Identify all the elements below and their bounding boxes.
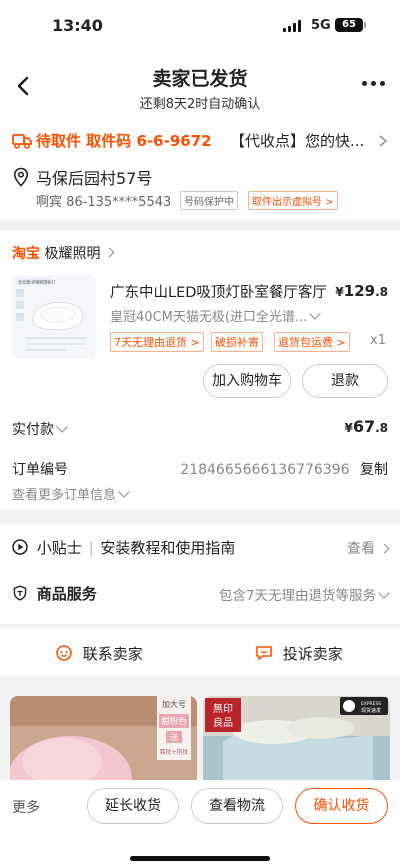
contact-seller-label: 联系卖家 (82, 645, 143, 663)
complain-seller-label: 投诉卖家 (282, 645, 343, 663)
pickup-code-label: 取件码 (86, 132, 132, 150)
order-number-label: 订单编号 (12, 462, 68, 478)
more-order-info[interactable]: 查看更多订单信息 (12, 484, 130, 503)
badge-gift-detail: 靠枕+抱枕 (159, 748, 188, 756)
confirm-receipt-button[interactable]: 确认收货 (295, 788, 388, 824)
view-logistics-button[interactable]: 查看物流 (191, 788, 283, 824)
tag-return-shipping[interactable]: 退货包运费 > (274, 332, 350, 352)
bottom-action-bar: 更多 延长收货 查看物流 确认收货 (0, 780, 400, 867)
complaint-icon (256, 646, 272, 660)
order-number-row: 2184665666136776396 复制 (180, 459, 388, 479)
tips-row[interactable]: 小贴士 | 安装教程和使用指南 (12, 537, 235, 558)
recommend-item-left[interactable]: 加大号 甜粉色 送 靠枕+抱枕 (10, 696, 197, 786)
shop-name: 极耀照明 (44, 246, 101, 262)
service-label: 商品服务 (36, 585, 97, 603)
pickup-code-value: 6-6-9672 (136, 132, 212, 150)
more-icon[interactable] (362, 78, 386, 88)
more-button[interactable]: 更多 (12, 797, 40, 817)
chevron-right-icon (105, 247, 115, 258)
tips-view[interactable]: 查看 (347, 538, 390, 558)
chevron-down-icon (309, 308, 321, 320)
product-quantity: x1 (370, 333, 386, 348)
brand-line-2: 良品 (213, 716, 233, 729)
price-symbol: ¥ (335, 285, 344, 299)
section-divider (0, 220, 400, 230)
page-title: 卖家已发货 (152, 68, 248, 90)
chevron-right-icon (379, 135, 388, 147)
payment-symbol: ¥ (344, 421, 353, 435)
beanbag-product-image: 加大号 甜粉色 送 靠枕+抱枕 (10, 696, 197, 786)
more-order-info-text: 查看更多订单信息 (12, 488, 117, 503)
express-sub: 现货速发 (361, 707, 381, 714)
customer-service-icon (56, 645, 72, 661)
pickup-row[interactable]: 待取件 取件码 6-6-9672 【代收点】您的快... (12, 130, 388, 152)
home-indicator (130, 856, 270, 861)
tips-label: 小贴士 (36, 539, 82, 557)
network-label: 5G (311, 18, 331, 33)
product-image[interactable]: 全光谱·护眼新国标灯 (12, 275, 96, 359)
battery-icon: 65 (335, 18, 366, 32)
price-integer: 129 (343, 282, 376, 300)
location-pin-icon (13, 167, 29, 187)
product-spec[interactable]: 皇冠40CM天猫无极(进口全光谱... (110, 306, 321, 325)
order-number: 2184665666136776396 (180, 462, 350, 478)
address-name: 马保后园村57号 (36, 169, 153, 188)
thumbnail-caption: 全光谱·护眼新国标灯 (18, 279, 55, 285)
tag-damage-resend: 破损补寄 (211, 332, 263, 352)
pickup-detail: 【代收点】您的快... (230, 132, 365, 150)
signal-icon (283, 20, 305, 32)
price-decimal: .8 (375, 285, 388, 299)
status-time: 13:40 (52, 16, 103, 35)
copy-button[interactable]: 复制 (360, 462, 388, 478)
service-text: 包含7天无理由退货等服务 (218, 588, 376, 604)
product-title[interactable]: 广东中山LED吸顶灯卧室餐厅客厅 (110, 281, 340, 302)
chevron-right-icon (379, 543, 390, 554)
lamp-thumbnail-icon: 全光谱·护眼新国标灯 (12, 275, 96, 359)
recommend-item-right[interactable]: 無印 良品 EXPRESS 现货速发 (203, 696, 390, 786)
shield-icon (13, 585, 27, 601)
pickup-status: 待取件 (36, 132, 82, 150)
payment-label-row[interactable]: 实付款 (12, 419, 68, 439)
truck-icon (12, 134, 32, 149)
header: 卖家已发货 还剩8天2时自动确认 (0, 58, 400, 114)
badge-color: 甜粉色 (161, 716, 187, 727)
tips-view-label: 查看 (347, 541, 375, 557)
page-subtitle: 还剩8天2时自动确认 (139, 97, 261, 112)
payment-decimal: .8 (375, 421, 388, 435)
badge-large: 加大号 (162, 699, 186, 709)
status-bar: 13:40 5G 65 (0, 0, 400, 52)
tips-text: 安装教程和使用指南 (100, 539, 236, 557)
payment-integer: 67 (352, 417, 376, 436)
badge-gift: 送 (170, 732, 178, 742)
play-circle-icon (12, 539, 28, 555)
chevron-down-icon (118, 486, 130, 498)
chevron-down-icon (56, 421, 68, 433)
bedding-product-image: 無印 良品 EXPRESS 现货速发 (203, 696, 390, 786)
service-detail[interactable]: 包含7天无理由退货等服务 (218, 584, 390, 604)
taobao-logo: 淘宝 (12, 246, 40, 262)
address-contact: 啊宾 86-135****5543 (36, 195, 172, 210)
brand-line-1: 無印 (213, 702, 233, 715)
payment-amount: ¥67.8 (344, 417, 388, 436)
tag-7day-return[interactable]: 7天无理由退货 > (110, 332, 204, 352)
complain-seller-button[interactable]: 投诉卖家 (254, 641, 343, 664)
phone-protect-tag: 号码保护中 (180, 191, 238, 210)
add-to-cart-button[interactable]: 加入购物车 (203, 364, 291, 398)
section-divider (0, 510, 400, 524)
service-row[interactable]: 商品服务 (12, 583, 97, 604)
refund-button[interactable]: 退款 (302, 364, 388, 398)
express-label: EXPRESS (361, 701, 381, 707)
payment-label: 实付款 (12, 422, 54, 438)
shop-header[interactable]: 淘宝 极耀照明 (12, 243, 115, 263)
product-price: ¥129.8 (335, 282, 388, 300)
extend-receipt-button[interactable]: 延长收货 (87, 788, 179, 824)
product-spec-text: 皇冠40CM天猫无极(进口全光谱... (110, 310, 308, 325)
chevron-down-icon (378, 587, 390, 599)
pickup-code: 待取件 取件码 6-6-9672 (36, 130, 212, 151)
contact-seller-button[interactable]: 联系卖家 (54, 641, 143, 664)
virtual-number-tag[interactable]: 取件出示虚拟号 > (248, 191, 338, 210)
